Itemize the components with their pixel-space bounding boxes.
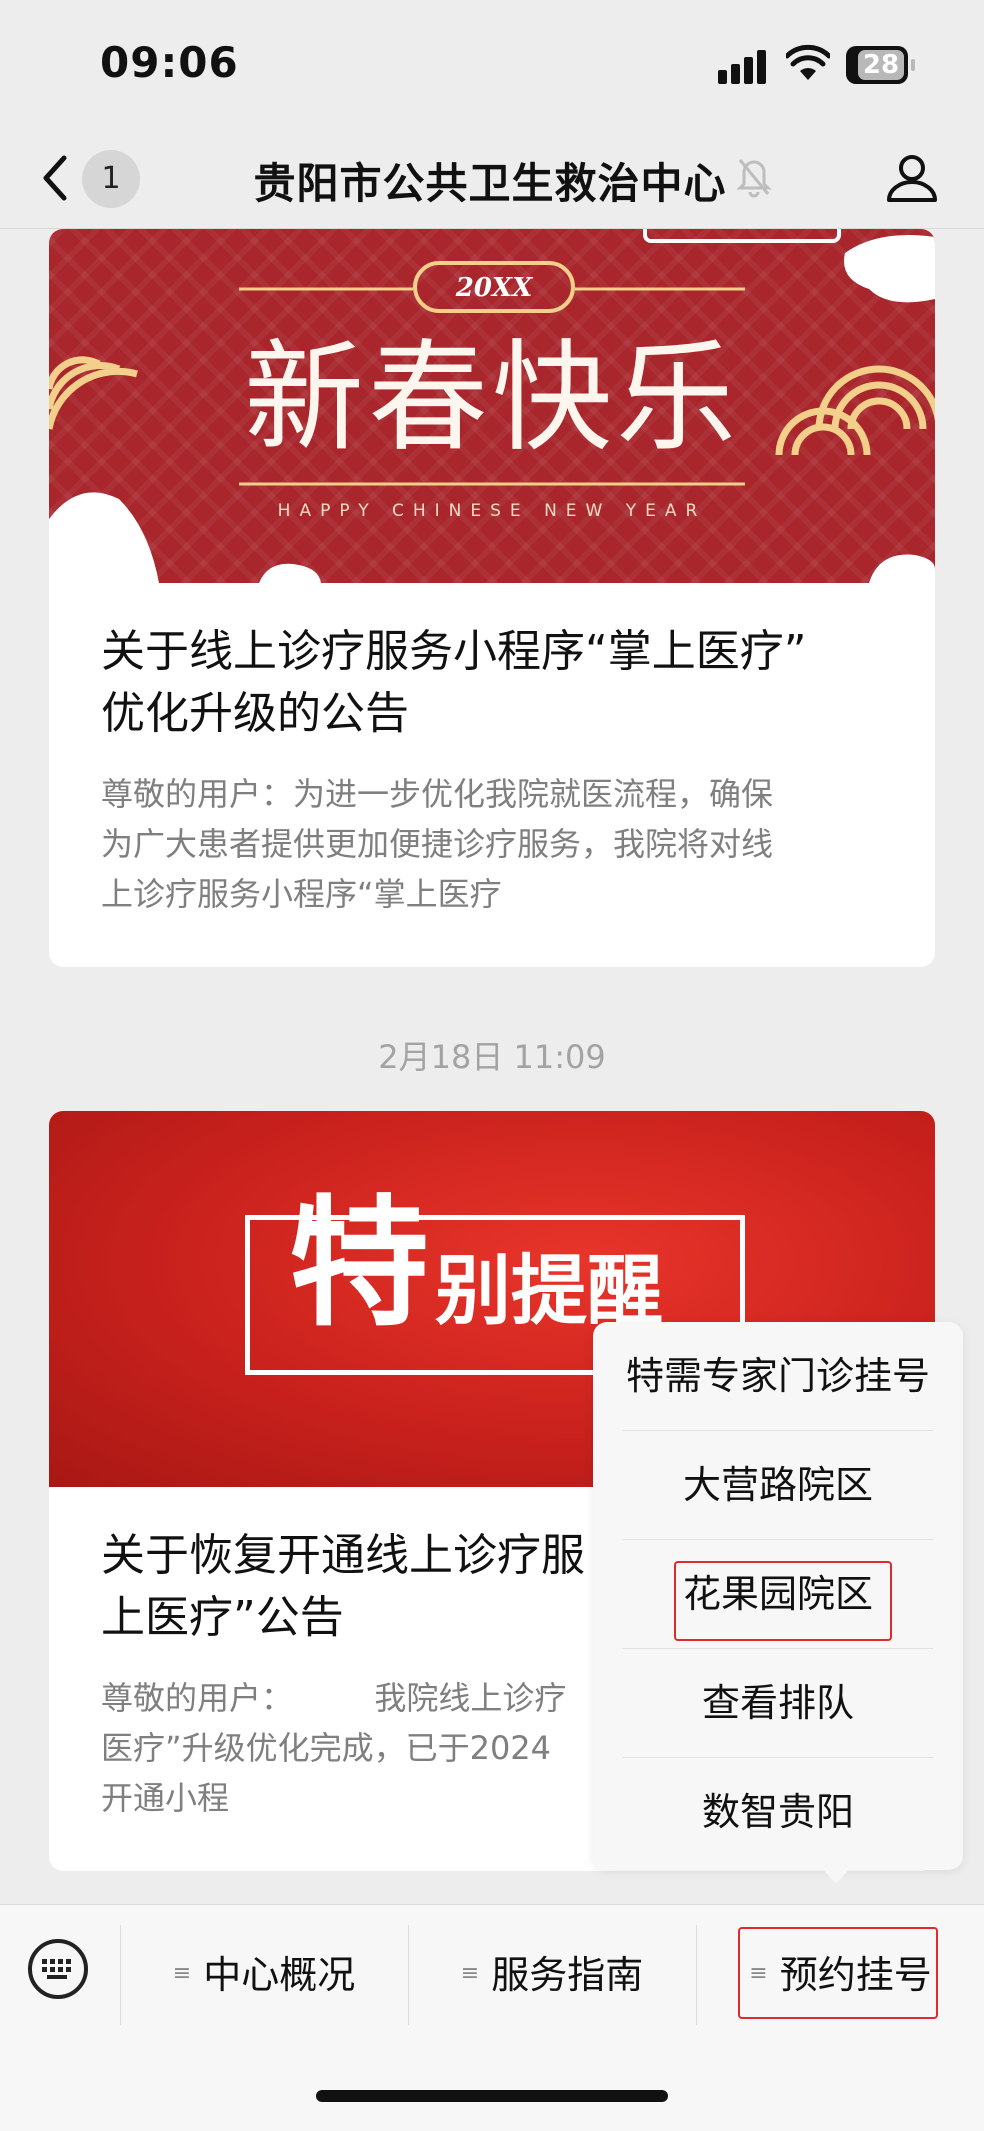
article-summary-line: 上诊疗服务小程序“掌上医疗 bbox=[101, 875, 502, 913]
menu-lines-icon: ≡ bbox=[460, 1960, 480, 1986]
article-title-line: 关于恢复开通线上诊疗服 bbox=[101, 1530, 585, 1581]
highlight-box bbox=[674, 1561, 892, 1641]
home-indicator bbox=[316, 2090, 668, 2102]
article-title-line: 优化升级的公告 bbox=[101, 688, 409, 739]
signal-icon bbox=[718, 48, 770, 84]
popup-arrow bbox=[820, 1866, 852, 1884]
battery-level: 28 bbox=[858, 50, 904, 80]
article-title-line: 上医疗”公告 bbox=[101, 1592, 344, 1643]
article-summary-line: 开通小程 bbox=[101, 1779, 230, 1817]
status-time: 09:06 bbox=[100, 38, 239, 87]
page-title: 贵阳市公共卫生救治中心 bbox=[253, 159, 727, 208]
banner-big-char: 特 bbox=[289, 1182, 430, 1346]
highlight-box bbox=[738, 1927, 938, 2019]
submenu-item-shuzhi-guiyang[interactable]: 数智贵阳 bbox=[623, 1758, 933, 1866]
keyboard-icon[interactable] bbox=[28, 1939, 88, 1999]
menu-lines-icon: ≡ bbox=[172, 1960, 192, 1986]
banner-headline: 新春快乐 bbox=[244, 329, 740, 468]
menu-item-service-guide[interactable]: ≡ 服务指南 bbox=[409, 1925, 695, 2025]
battery-icon: 28 bbox=[846, 46, 915, 84]
year-badge: 20XX bbox=[455, 273, 533, 303]
nav-bar: 1 贵阳市公共卫生救治中心 bbox=[0, 130, 984, 229]
profile-icon[interactable] bbox=[884, 150, 940, 206]
back-chevron-icon[interactable] bbox=[36, 150, 76, 206]
submenu-item-dayinglu[interactable]: 大营路院区 bbox=[623, 1431, 933, 1539]
wifi-icon bbox=[786, 44, 830, 80]
message-timestamp: 2月18日 11:09 bbox=[378, 1038, 606, 1076]
submenu-popup: 特需专家门诊挂号 大营路院区 花果园院区 查看排队 数智贵阳 bbox=[593, 1322, 963, 1870]
menu-item-label: 中心概况 bbox=[203, 1953, 356, 1997]
article-summary-line: 为广大患者提供更加便捷诊疗服务，我院将对线 bbox=[101, 825, 774, 863]
muted-bell-icon bbox=[736, 159, 772, 198]
article-banner: 20XX 新春快乐 HAPPY CHINESE NEW YEAR bbox=[49, 229, 935, 583]
article-card[interactable]: 20XX 新春快乐 HAPPY CHINESE NEW YEAR 关于线上诊疗服… bbox=[49, 229, 935, 967]
unread-count-badge[interactable]: 1 bbox=[82, 150, 140, 208]
menu-item-center-overview[interactable]: ≡ 中心概况 bbox=[121, 1925, 407, 2025]
article-title-line: 关于线上诊疗服务小程序“掌上医疗” bbox=[101, 626, 807, 677]
submenu-item-view-queue[interactable]: 查看排队 bbox=[623, 1649, 933, 1757]
menu-item-label: 服务指南 bbox=[491, 1953, 644, 1997]
article-summary-line: 尊敬的用户：为进一步优化我院就医流程，确保 bbox=[101, 775, 774, 813]
banner-subline: HAPPY CHINESE NEW YEAR bbox=[277, 501, 707, 521]
article-summary-line: 医疗”升级优化完成，已于2024 bbox=[101, 1729, 552, 1767]
submenu-item-special-expert[interactable]: 特需专家门诊挂号 bbox=[623, 1322, 933, 1430]
status-bar: 09:06 28 bbox=[0, 0, 984, 130]
article-summary-line: 尊敬的用户： 我院线上诊疗 bbox=[101, 1679, 567, 1717]
